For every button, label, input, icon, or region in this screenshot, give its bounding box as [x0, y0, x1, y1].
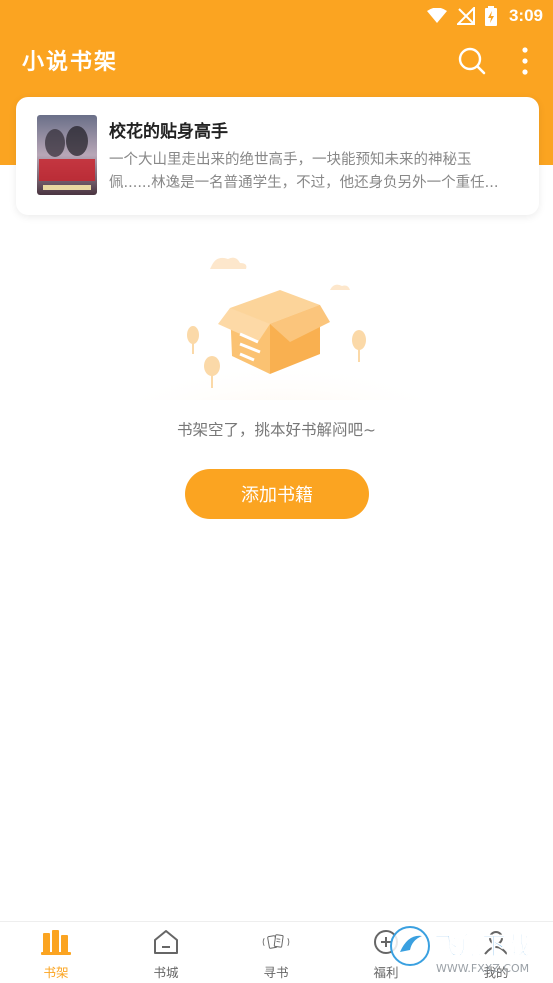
- nav-item-bookstore[interactable]: 书城: [126, 926, 206, 982]
- book-description-line: 佩......林逸是一名普通学生，不过，他还身负另外一个重任...: [109, 175, 499, 191]
- empty-state-message: 书架空了，挑本好书解闷吧~: [177, 421, 376, 439]
- nav-label: 寻书: [263, 965, 289, 980]
- status-time: 3:09: [508, 6, 543, 25]
- book-cover: [37, 115, 97, 195]
- empty-box-illustration: [130, 257, 430, 400]
- svg-text:飞翔下载: 飞翔下载: [434, 932, 530, 960]
- page-title: 小说书架: [22, 49, 119, 75]
- svg-text:WWW.FXXZ.COM: WWW.FXXZ.COM: [436, 962, 529, 975]
- nav-label: 书架: [43, 965, 69, 980]
- watermark-logo: 飞翔下载 WWW.FXXZ.COM: [390, 926, 530, 975]
- status-bar: 3:09: [0, 0, 553, 32]
- more-vertical-icon: [522, 47, 528, 75]
- search-icon: [458, 47, 486, 75]
- find-book-icon: [262, 934, 290, 949]
- wifi-icon: [426, 8, 447, 23]
- book-description-line: 一个大山里走出来的绝世高手，一块能预知未来的神秘玉: [109, 152, 472, 168]
- home-icon: [154, 930, 178, 954]
- nav-item-find-book[interactable]: 寻书: [236, 926, 316, 982]
- search-button[interactable]: [457, 46, 487, 76]
- add-book-button[interactable]: 添加书籍: [185, 469, 369, 519]
- book-description: 一个大山里走出来的绝世高手，一块能预知未来的神秘玉 佩......林逸是一名普通…: [109, 149, 529, 195]
- nav-label: 书城: [153, 965, 179, 980]
- no-signal-icon: [456, 7, 475, 25]
- book-title: 校花的贴身高手: [109, 122, 228, 142]
- battery-charging-icon: [484, 6, 497, 26]
- more-menu-button[interactable]: [515, 46, 535, 76]
- nav-item-bookshelf[interactable]: 书架: [16, 926, 96, 982]
- bookshelf-icon: [41, 930, 71, 955]
- book-card[interactable]: 校花的贴身高手 一个大山里走出来的绝世高手，一块能预知未来的神秘玉 佩.....…: [16, 97, 539, 215]
